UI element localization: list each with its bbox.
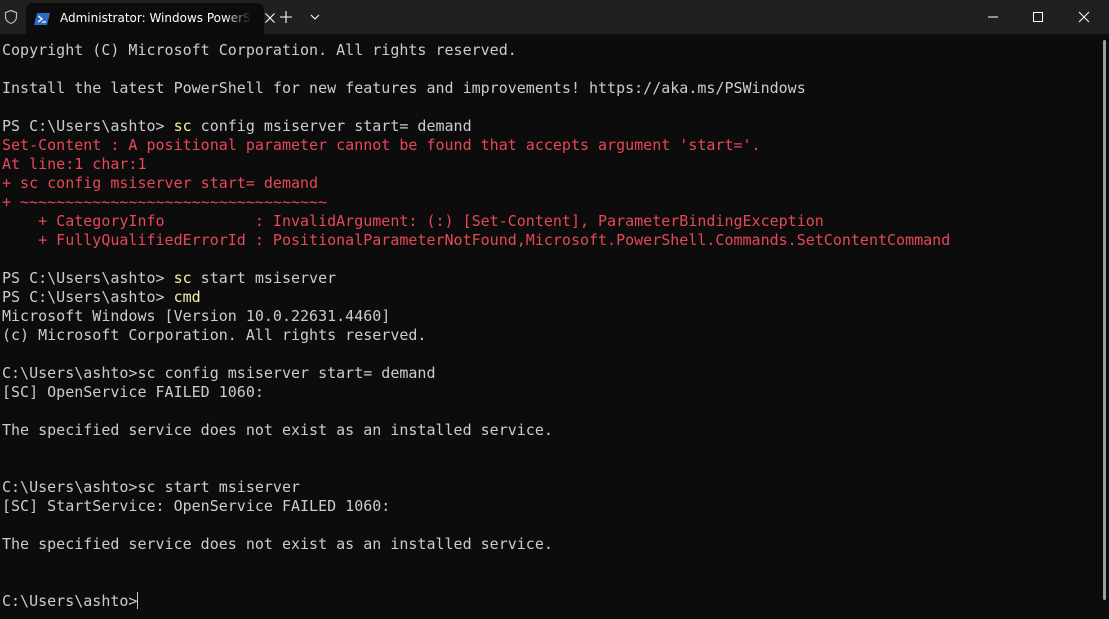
output-text: The specified service does not exist as … [2, 421, 553, 439]
error-text: + CategoryInfo : InvalidArgument: (:) [S… [2, 212, 824, 230]
terminal-line: The specified service does not exist as … [2, 421, 1098, 440]
terminal-line: The specified service does not exist as … [2, 535, 1098, 554]
terminal-output[interactable]: Copyright (C) Microsoft Corporation. All… [2, 41, 1098, 619]
terminal-line: + sc config msiserver start= demand [2, 174, 1098, 193]
output-text: (c) Microsoft Corporation. All rights re… [2, 326, 427, 344]
output-text: config msiserver start= demand [191, 117, 472, 135]
output-text: C:\Users\ashto>sc config msiserver start… [2, 364, 436, 382]
error-text: At line:1 char:1 [2, 155, 147, 173]
minimize-icon [988, 16, 998, 18]
powershell-icon [34, 13, 50, 25]
maximize-button[interactable] [1015, 0, 1061, 34]
terminal-line: C:\Users\ashto>sc start msiserver [2, 478, 1098, 497]
output-text: Microsoft Windows [Version 10.0.22631.44… [2, 307, 391, 325]
output-text: PS C:\Users\ashto> [2, 117, 174, 135]
tab-close-icon[interactable] [264, 12, 276, 24]
output-text: PS C:\Users\ashto> [2, 269, 174, 287]
shield-icon [4, 9, 18, 25]
terminal-line: + ~~~~~~~~~~~~~~~~~~~~~~~~~~~~~~~~~~ [2, 193, 1098, 212]
output-text: PS C:\Users\ashto> [2, 288, 174, 306]
output-text: start msiserver [191, 269, 337, 287]
command-text: sc [173, 117, 192, 135]
terminal-line: [SC] StartService: OpenService FAILED 10… [2, 497, 1098, 516]
output-text: Install the latest PowerShell for new fe… [2, 79, 806, 97]
terminal-line: PS C:\Users\ashto> sc config msiserver s… [2, 117, 1098, 136]
tab-powershell[interactable]: Administrator: Windows PowerShell [26, 3, 275, 34]
command-text: cmd [173, 288, 201, 306]
error-text: + FullyQualifiedErrorId : PositionalPara… [2, 231, 951, 249]
tab-title: Administrator: Windows PowerShell [60, 11, 250, 25]
output-text: Copyright (C) Microsoft Corporation. All… [2, 41, 517, 59]
terminal-line: PS C:\Users\ashto> cmd [2, 288, 1098, 307]
output-text: C:\Users\ashto>sc start msiserver [2, 478, 301, 496]
terminal-line: PS C:\Users\ashto> sc start msiserver [2, 269, 1098, 288]
terminal-window: Administrator: Windows PowerShell [0, 0, 1109, 619]
chevron-down-icon[interactable] [309, 11, 321, 23]
terminal-line: Microsoft Windows [Version 10.0.22631.44… [2, 307, 1098, 326]
terminal-line: Set-Content : A positional parameter can… [2, 136, 1098, 155]
maximize-icon [1033, 12, 1043, 22]
title-bar[interactable]: Administrator: Windows PowerShell [0, 0, 1109, 34]
minimize-button[interactable] [970, 0, 1016, 34]
tab-title-fade [224, 7, 252, 29]
close-button[interactable] [1061, 0, 1107, 34]
command-text: sc [173, 269, 192, 287]
text-cursor [137, 592, 139, 609]
terminal-line: Copyright (C) Microsoft Corporation. All… [2, 41, 1098, 60]
error-text: Set-Content : A positional parameter can… [2, 136, 761, 154]
terminal-line: (c) Microsoft Corporation. All rights re… [2, 326, 1098, 345]
output-text: The specified service does not exist as … [2, 535, 553, 553]
terminal-line: Install the latest PowerShell for new fe… [2, 79, 1098, 98]
plus-icon[interactable] [278, 9, 294, 25]
terminal-line: [SC] OpenService FAILED 1060: [2, 383, 1098, 402]
terminal-line: + CategoryInfo : InvalidArgument: (:) [S… [2, 212, 1098, 231]
output-text: C:\Users\ashto> [2, 592, 138, 610]
error-text: + sc config msiserver start= demand [2, 174, 319, 192]
terminal-line: C:\Users\ashto>sc config msiserver start… [2, 364, 1098, 383]
terminal-line: At line:1 char:1 [2, 155, 1098, 174]
output-text: [SC] OpenService FAILED 1060: [2, 383, 264, 401]
output-text: [SC] StartService: OpenService FAILED 10… [2, 497, 391, 515]
scrollbar[interactable] [1103, 40, 1106, 600]
terminal-line: + FullyQualifiedErrorId : PositionalPara… [2, 231, 1098, 250]
error-text: + ~~~~~~~~~~~~~~~~~~~~~~~~~~~~~~~~~~ [2, 193, 328, 211]
terminal-line: C:\Users\ashto> [2, 592, 1098, 611]
close-icon [1078, 11, 1090, 23]
